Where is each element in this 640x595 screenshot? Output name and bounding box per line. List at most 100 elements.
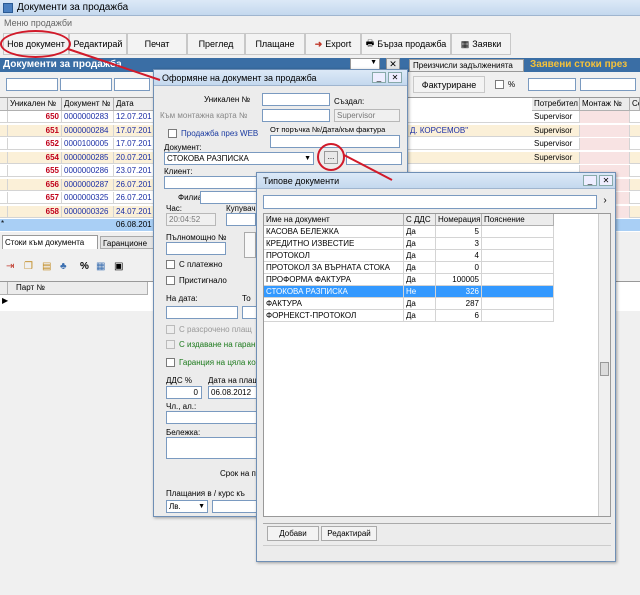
proxy-field[interactable]	[166, 242, 226, 255]
window-title: Документи за продажба	[17, 2, 129, 13]
types-search-go-icon[interactable]: ›	[599, 195, 611, 209]
types-col-num[interactable]: Номерация	[436, 214, 482, 226]
types-row[interactable]: ФОРНЕКСТ-ПРОТОКОЛ Да 6	[264, 310, 554, 322]
types-row[interactable]: ПРОТОКОЛ ЗА ВЪРНАТА СТОКА Да 0	[264, 262, 554, 274]
types-row-name: КРЕДИТНО ИЗВЕСТИЕ	[264, 238, 404, 250]
types-row-note	[482, 286, 554, 298]
installment-label: С разсрочено плащ	[179, 325, 252, 334]
menu-sales[interactable]: Меню продажби	[4, 18, 72, 28]
types-minimize-button[interactable]: _	[583, 175, 597, 186]
row-mount	[580, 111, 630, 123]
installment-checkbox[interactable]	[166, 325, 175, 334]
percent-label: %	[508, 80, 516, 89]
types-scroll-thumb[interactable]	[600, 362, 609, 376]
web-sale-label: Продажба през WEB	[181, 129, 259, 138]
types-row-vat: Да	[404, 298, 436, 310]
col-mount[interactable]: Монтаж №	[580, 98, 630, 111]
col-se[interactable]: Се	[630, 98, 640, 111]
review-button[interactable]: Преглед	[187, 33, 245, 55]
types-row-num: 6	[436, 310, 482, 322]
types-row[interactable]: СТОКОВА РАЗПИСКА Не 326	[264, 286, 554, 298]
percent-icon[interactable]: %	[80, 261, 89, 272]
types-search-field[interactable]	[263, 195, 597, 209]
guarantee-checkbox[interactable]	[166, 340, 175, 349]
filter-date[interactable]	[114, 78, 150, 91]
types-status-bar	[263, 545, 611, 557]
recalc-button[interactable]: Преизчисли задълженията	[409, 59, 524, 72]
types-row[interactable]: КАСОВА БЕЛЕЖКА Да 5	[264, 226, 554, 238]
row-user: Supervisor	[532, 111, 580, 123]
branch-field[interactable]	[200, 191, 260, 204]
row-uid: 656	[8, 178, 62, 191]
types-row-name: ПРОФОРМА ФАКТУРА	[264, 274, 404, 286]
arrived-checkbox[interactable]	[166, 276, 175, 285]
dialog-minimize-button[interactable]: _	[372, 72, 386, 83]
filter-doc[interactable]	[60, 78, 112, 91]
row-user: Supervisor	[532, 151, 580, 164]
article-field[interactable]	[166, 411, 258, 424]
types-row[interactable]: ПРОТОКОЛ Да 4	[264, 250, 554, 262]
percent-checkbox[interactable]	[495, 80, 504, 89]
note-field[interactable]	[166, 437, 258, 459]
dialog-close-button[interactable]: ✕	[388, 72, 402, 83]
quick-sale-button[interactable]: 🖶 Бърза продажба	[361, 33, 451, 55]
folder-icon[interactable]: ▤	[42, 261, 51, 272]
types-row-num: 3	[436, 238, 482, 250]
tab-goods[interactable]: Стоки към документа	[2, 235, 98, 249]
col-user[interactable]: Потребител	[532, 98, 580, 111]
vat-field[interactable]: 0	[166, 386, 202, 399]
calculator-icon[interactable]: ▣	[114, 261, 123, 272]
chevron-down-icon: ▼	[304, 155, 311, 162]
col-uid[interactable]: Уникален №	[8, 98, 62, 111]
mount-card-field[interactable]	[262, 109, 330, 122]
types-close-button[interactable]: ✕	[599, 175, 613, 186]
print-button[interactable]: Печат	[127, 33, 187, 55]
currency-rate-field[interactable]	[212, 500, 258, 513]
row-uid: 655	[8, 165, 62, 177]
new-row-date: 06.08.201	[116, 220, 152, 229]
invoicing-button[interactable]: Фактуриране	[413, 76, 485, 93]
paid-checkbox[interactable]	[166, 260, 175, 269]
row-date: 23.07.201	[114, 165, 154, 177]
types-row-name: ПРОТОКОЛ	[264, 250, 404, 262]
row-marker	[0, 151, 8, 164]
full-guarantee-checkbox[interactable]	[166, 358, 175, 367]
filter-uid[interactable]	[6, 78, 58, 91]
requests-button[interactable]: ▦ Заявки	[451, 33, 511, 55]
types-edit-button[interactable]: Редактирай	[321, 526, 377, 541]
types-row[interactable]: ПРОФОРМА ФАКТУРА Да 100005	[264, 274, 554, 286]
grid-icon[interactable]: ▦	[96, 261, 105, 272]
col-date[interactable]: Дата	[114, 98, 154, 111]
proxy-extra-box[interactable]	[244, 232, 256, 258]
types-row[interactable]: КРЕДИТНО ИЗВЕСТИЕ Да 3	[264, 238, 554, 250]
document-extra-field[interactable]	[346, 152, 402, 165]
row-client-extra: Д. КОРСЕМОВ"	[410, 125, 469, 135]
filter-right-2[interactable]	[580, 78, 636, 91]
types-add-button[interactable]: Добави	[267, 526, 319, 541]
payment-button[interactable]: Плащане	[245, 33, 305, 55]
on-date-field[interactable]	[166, 306, 238, 319]
types-row[interactable]: ФАКТУРА Да 287	[264, 298, 554, 310]
filter-right-1[interactable]	[528, 78, 576, 91]
group-icon[interactable]: ♣	[60, 261, 67, 272]
types-scrollbar[interactable]	[598, 214, 610, 516]
types-col-vat[interactable]: С ДДС	[404, 214, 436, 226]
types-col-name[interactable]: Име на документ	[264, 214, 404, 226]
buyer-field[interactable]	[226, 213, 256, 226]
types-col-note[interactable]: Пояснение	[482, 214, 554, 226]
copy-icon[interactable]: ❐	[24, 261, 33, 272]
lower-col-part[interactable]: Парт №	[8, 282, 148, 295]
on-date-label: На дата:	[166, 294, 198, 303]
payment-date-field[interactable]: 06.08.2012	[208, 386, 258, 399]
uid-field[interactable]	[262, 93, 330, 106]
row-marker	[0, 111, 8, 123]
web-sale-checkbox[interactable]	[168, 129, 177, 138]
time-label: Час:	[166, 204, 183, 213]
tab-guarantee[interactable]: Гаранционе	[100, 236, 160, 249]
add-row-icon[interactable]: ⇥	[6, 261, 14, 272]
edit-button[interactable]: Редактирай	[69, 33, 127, 55]
document-select[interactable]: СТОКОВА РАЗПИСКА ▼	[164, 152, 314, 165]
currency-select[interactable]: Лв. ▼	[166, 500, 208, 513]
export-button[interactable]: ➜ Export	[305, 33, 361, 55]
col-doc[interactable]: Документ №	[62, 98, 114, 111]
